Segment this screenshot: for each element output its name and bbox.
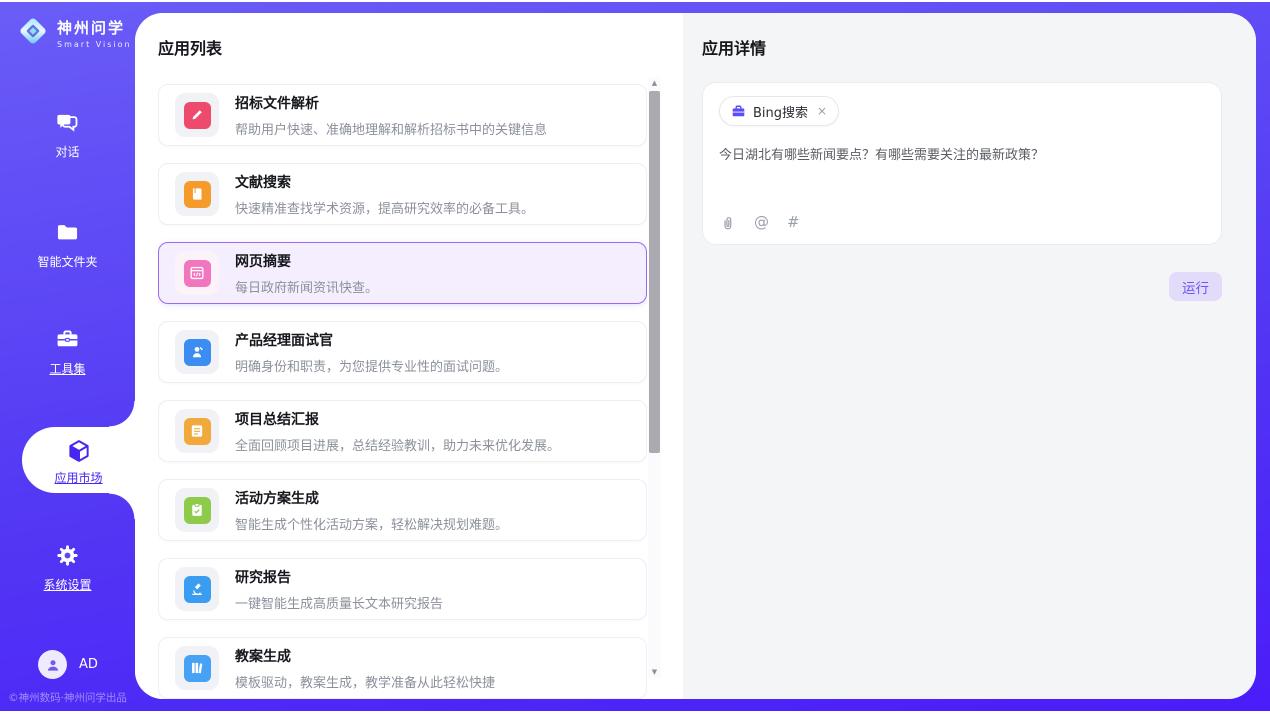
app-name: 研究报告 [235,567,443,587]
folder-icon [0,218,135,246]
app-icon [175,567,219,611]
sidebar-item-label: 应用市场 [22,469,135,486]
browser-code-icon [184,260,211,287]
app-icon [175,409,219,453]
pencil-square-icon [184,102,211,129]
clipboard-check-icon [184,497,211,524]
app-name: 网页摘要 [235,251,378,271]
query-text[interactable]: 今日湖北有哪些新闻要点？有哪些需要关注的最新政策？ [719,146,1205,166]
app-list-title: 应用列表 [158,39,683,58]
sidebar: 神州问学 Smart Vision 对话 智能文件夹 [0,2,135,711]
app-name: 教案生成 [235,646,495,666]
books-icon [184,655,211,682]
app-list: 招标文件解析 帮助用户快速、准确地理解和解析招标书中的关键信息 文献搜索 快速精… [158,84,647,699]
app-description: 一键智能生成高质量长文本研究报告 [235,593,443,612]
toolbox-icon [0,325,135,353]
sidebar-item-toolset[interactable]: 工具集 [0,325,135,377]
scroll-up-icon[interactable]: ▲ [648,77,661,89]
app-icon [175,172,219,216]
app-description: 全面回顾项目进展，总结经验教训，助力未来优化发展。 [235,435,560,454]
sidebar-item-label: 智能文件夹 [0,253,135,270]
sidebar-item-label: 对话 [0,143,135,160]
app-name: 活动方案生成 [235,488,508,508]
user-name: AD [79,657,98,672]
scrollbar-thumb[interactable] [649,91,660,453]
user-avatar-icon [38,650,67,679]
sidebar-item-app-market[interactable]: 应用市场 [22,427,135,493]
briefcase-icon [731,104,746,119]
prompt-card[interactable]: Bing搜索 × 今日湖北有哪些新闻要点？有哪些需要关注的最新政策？ @ # [702,82,1222,245]
app-detail-title: 应用详情 [702,39,1222,58]
sidebar-item-chat[interactable]: 对话 [0,108,135,160]
app-description: 快速精准查找学术资源，提高研究效率的必备工具。 [235,198,534,217]
app-card[interactable]: 文献搜索 快速精准查找学术资源，提高研究效率的必备工具。 [158,163,647,225]
app-card[interactable]: 项目总结汇报 全面回顾项目进展，总结经验教训，助力未来优化发展。 [158,400,647,462]
attachment-toolbar: @ # [719,214,800,231]
app-description: 帮助用户快速、准确地理解和解析招标书中的关键信息 [235,119,547,138]
app-description: 明确身份和职责，为您提供专业性的面试问题。 [235,356,508,375]
app-icon [175,251,219,295]
app-icon [175,488,219,532]
gear-icon [0,541,135,569]
app-card[interactable]: 招标文件解析 帮助用户快速、准确地理解和解析招标书中的关键信息 [158,84,647,146]
app-icon [175,93,219,137]
app-name: 项目总结汇报 [235,409,560,429]
at-icon[interactable]: @ [754,215,769,230]
app-description: 每日政府新闻资讯快查。 [235,277,378,296]
tool-tag-close-icon[interactable]: × [817,104,827,118]
app-name: 文献搜索 [235,172,534,192]
interviewer-icon [184,339,211,366]
app-list-panel: 应用列表 招标文件解析 帮助用户快速、准确地理解和解析招标书中的关键信息 文献搜… [135,13,683,699]
app-icon [175,646,219,690]
brand-subtitle: Smart Vision [57,40,132,49]
main-content: 应用列表 招标文件解析 帮助用户快速、准确地理解和解析招标书中的关键信息 文献搜… [135,13,1256,699]
paperclip-icon[interactable] [719,214,736,231]
app-description: 模板驱动，教案生成，教学准备从此轻松快捷 [235,672,495,691]
app-name: 招标文件解析 [235,93,547,113]
chat-icon [0,108,135,136]
run-button[interactable]: 运行 [1169,272,1222,301]
app-card[interactable]: 研究报告 一键智能生成高质量长文本研究报告 [158,558,647,620]
app-name: 产品经理面试官 [235,330,508,350]
app-card[interactable]: 活动方案生成 智能生成个性化活动方案，轻松解决规划难题。 [158,479,647,541]
app-detail-panel: 应用详情 Bing搜索 × 今日湖北有哪些新闻要点？有哪些需要关注的最新政策？ [683,13,1256,699]
sidebar-item-label: 系统设置 [0,576,135,593]
sidebar-item-settings[interactable]: 系统设置 [0,541,135,593]
diamond-logo-icon [16,14,50,52]
app-card[interactable]: 产品经理面试官 明确身份和职责，为您提供专业性的面试问题。 [158,321,647,383]
book-icon [184,181,211,208]
brand-logo: 神州问学 Smart Vision [16,14,132,52]
cube-icon [22,437,135,465]
app-card[interactable]: 教案生成 模板驱动，教案生成，教学准备从此轻松快捷 [158,637,647,699]
hash-icon[interactable]: # [787,215,800,230]
user-account[interactable]: AD [38,650,98,679]
app-icon [175,330,219,374]
brand-name: 神州问学 [57,19,125,37]
copyright-text: ©神州数码·神州问学出品 [0,690,135,705]
app-list-scrollbar[interactable]: ▲ ▼ [648,77,661,678]
research-icon [184,576,211,603]
sidebar-item-smart-folder[interactable]: 智能文件夹 [0,218,135,270]
app-description: 智能生成个性化活动方案，轻松解决规划难题。 [235,514,508,533]
tool-tag-bing-search[interactable]: Bing搜索 × [719,96,839,126]
app-card[interactable]: 网页摘要 每日政府新闻资讯快查。 [158,242,647,304]
tool-tag-label: Bing搜索 [753,102,808,121]
sidebar-item-label: 工具集 [0,360,135,377]
scroll-down-icon[interactable]: ▼ [648,666,661,678]
report-note-icon [184,418,211,445]
